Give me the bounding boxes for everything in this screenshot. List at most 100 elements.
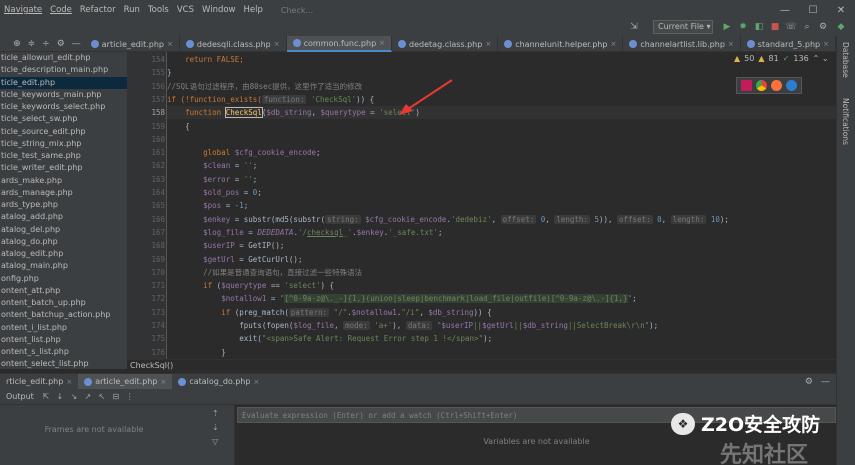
- file-tree-item[interactable]: ards_make.php: [0, 175, 127, 187]
- tab-channelartlist-lib[interactable]: channelartlist.lib.php ×: [623, 36, 741, 52]
- debug-tab-catalog-do[interactable]: catalog_do.php ×: [172, 374, 265, 390]
- line-number[interactable]: 154: [127, 53, 165, 66]
- file-tree-item[interactable]: atalog_main.php: [0, 260, 127, 272]
- file-tree-item[interactable]: atalog_add.php: [0, 211, 127, 223]
- notifications-tool-button[interactable]: Notifications: [841, 98, 850, 145]
- output-tab[interactable]: Output: [0, 392, 40, 401]
- debug-tab-rticle-edit[interactable]: rticle_edit.php ×: [0, 374, 78, 390]
- hide-icon[interactable]: —: [821, 377, 830, 387]
- gear-icon[interactable]: ⚙: [805, 377, 813, 387]
- tab-article-edit[interactable]: article_edit.php ×: [85, 36, 180, 52]
- tab-channelunit-helper[interactable]: channelunit.helper.php ×: [498, 36, 624, 52]
- close-icon[interactable]: ×: [160, 378, 166, 386]
- more-icon[interactable]: ⋮: [124, 392, 136, 401]
- file-tree-item[interactable]: ticle_allowurl_edit.php: [0, 52, 127, 64]
- file-tree-item[interactable]: ticle_select_sw.php: [0, 113, 127, 125]
- file-tree-item[interactable]: ontent_batch_up.php: [0, 297, 127, 309]
- file-tree-item[interactable]: ticle_description_main.php: [0, 64, 127, 76]
- file-tree-item[interactable]: ticle_keywords_select.php: [0, 101, 127, 113]
- line-number[interactable]: 158: [127, 106, 165, 119]
- line-number[interactable]: 175: [127, 332, 165, 345]
- expand-all-icon[interactable]: ≑: [28, 39, 36, 49]
- line-number[interactable]: 164: [127, 186, 165, 199]
- line-number[interactable]: 165: [127, 199, 165, 212]
- close-icon[interactable]: ×: [253, 378, 259, 386]
- frame-up-icon[interactable]: ⇡: [212, 409, 219, 418]
- settings-icon[interactable]: ⚙: [817, 21, 829, 33]
- close-icon[interactable]: ×: [728, 40, 734, 48]
- close-icon[interactable]: ×: [823, 40, 829, 48]
- line-number[interactable]: 176: [127, 346, 165, 359]
- line-number[interactable]: 167: [127, 226, 165, 239]
- close-icon[interactable]: ×: [274, 40, 280, 48]
- search-icon[interactable]: ⌕: [801, 21, 813, 33]
- close-icon[interactable]: ×: [379, 39, 385, 47]
- listen-debug-icon[interactable]: ☏: [785, 21, 797, 33]
- chrome-icon[interactable]: [756, 80, 767, 91]
- line-number[interactable]: 172: [127, 292, 165, 305]
- line-number[interactable]: 170: [127, 266, 165, 279]
- close-window-icon[interactable]: ✕: [827, 0, 855, 20]
- stop-icon[interactable]: ■: [769, 21, 781, 33]
- file-tree-item[interactable]: ticle_writer_edit.php: [0, 162, 127, 174]
- inspection-widget[interactable]: ▲ 50 ▲ 81 ✓ 136 ⌃ ⌄: [734, 54, 829, 63]
- run-to-cursor-icon[interactable]: ⊟: [110, 392, 122, 401]
- close-icon[interactable]: ×: [485, 40, 491, 48]
- hide-icon[interactable]: —: [72, 39, 81, 49]
- debug-icon[interactable]: ✹: [737, 21, 749, 33]
- maximize-icon[interactable]: ☐: [799, 0, 827, 20]
- file-tree-item[interactable]: onfig.php: [0, 273, 127, 285]
- menu-tools[interactable]: Tools: [144, 5, 173, 15]
- line-number[interactable]: 168: [127, 239, 165, 252]
- file-tree-item[interactable]: ards_manage.php: [0, 187, 127, 199]
- run-config-select[interactable]: Current File ▾: [653, 20, 713, 34]
- debug-tab-article-edit[interactable]: article_edit.php ×: [78, 373, 173, 390]
- firefox-icon[interactable]: [771, 80, 782, 91]
- file-tree-item[interactable]: ticle_string_mix.php: [0, 138, 127, 150]
- file-tree-item[interactable]: ontent_list.php: [0, 334, 127, 346]
- file-tree-item[interactable]: ontent_att.php: [0, 285, 127, 297]
- tab-dedesqli-class[interactable]: dedesqli.class.php ×: [180, 36, 287, 52]
- menu-run[interactable]: Run: [120, 5, 144, 15]
- file-tree-item[interactable]: atalog_edit.php: [0, 248, 127, 260]
- menu-refactor[interactable]: Refactor: [76, 5, 120, 15]
- line-number[interactable]: 174: [127, 319, 165, 332]
- code-editor[interactable]: return FALSE; } //SQL语句过滤程序，由80sec提供，这里作…: [167, 52, 836, 359]
- line-number[interactable]: 157: [127, 93, 165, 106]
- database-tool-button[interactable]: Database: [841, 42, 850, 78]
- menu-navigate[interactable]: Navigate: [0, 5, 46, 15]
- menu-window[interactable]: Window: [198, 5, 240, 15]
- filter-icon[interactable]: ▽: [212, 437, 219, 446]
- file-tree-item[interactable]: atalog_do.php: [0, 236, 127, 248]
- step-over-icon[interactable]: ↓: [54, 392, 66, 401]
- nav-arrows-icon[interactable]: ⌃ ⌄: [813, 54, 829, 63]
- force-step-into-icon[interactable]: ↗: [82, 392, 94, 401]
- line-number[interactable]: 155: [127, 66, 165, 79]
- tab-standard-5[interactable]: standard_5.php ×: [741, 36, 836, 52]
- line-number[interactable]: 171: [127, 279, 165, 292]
- phpstorm-icon[interactable]: [741, 80, 752, 91]
- coverage-icon[interactable]: ◧: [753, 21, 765, 33]
- close-icon[interactable]: ×: [167, 40, 173, 48]
- file-tree-item[interactable]: ards_type.php: [0, 199, 127, 211]
- run-icon[interactable]: ▶: [721, 21, 733, 33]
- step-out-icon[interactable]: ↖: [96, 392, 108, 401]
- line-number[interactable]: 166: [127, 213, 165, 226]
- line-number[interactable]: 163: [127, 173, 165, 186]
- show-execution-point-icon[interactable]: ⇱: [40, 392, 52, 401]
- line-number[interactable]: 162: [127, 159, 165, 172]
- close-icon[interactable]: ×: [66, 378, 72, 386]
- file-tree-item[interactable]: ticle_test_same.php: [0, 150, 127, 162]
- file-tree-item[interactable]: ontent_s_list.php: [0, 346, 127, 358]
- collapse-all-icon[interactable]: ÷: [42, 39, 50, 49]
- gear-icon[interactable]: ⚙: [57, 39, 65, 49]
- file-tree-item[interactable]: ontent_i_list.php: [0, 322, 127, 334]
- line-number[interactable]: 169: [127, 253, 165, 266]
- line-number[interactable]: 161: [127, 146, 165, 159]
- ide-update-icon[interactable]: ◆: [835, 21, 847, 33]
- locate-icon[interactable]: ⊕: [13, 39, 21, 49]
- menu-vcs[interactable]: VCS: [173, 5, 198, 15]
- edge-icon[interactable]: [786, 80, 797, 91]
- line-number[interactable]: 156: [127, 80, 165, 93]
- file-tree-item[interactable]: atalog_del.php: [0, 224, 127, 236]
